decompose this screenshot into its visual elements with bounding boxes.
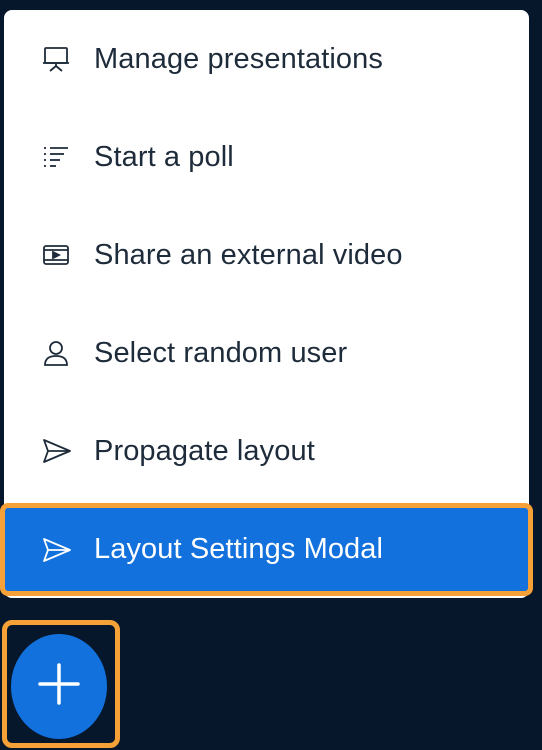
menu-item-start-poll[interactable]: Start a poll: [4, 108, 529, 206]
menu-item-select-random-user[interactable]: Select random user: [4, 304, 529, 402]
video-icon: [42, 237, 78, 273]
poll-icon: [42, 139, 78, 175]
menu-item-label: Manage presentations: [94, 42, 383, 75]
user-icon: [42, 335, 78, 371]
plus-icon: [36, 661, 82, 712]
menu-item-label: Select random user: [94, 336, 348, 369]
menu-item-propagate-layout[interactable]: Propagate layout: [4, 402, 529, 500]
menu-item-share-external-video[interactable]: Share an external video: [4, 206, 529, 304]
menu-item-label: Layout Settings Modal: [94, 533, 384, 565]
menu-item-label: Start a poll: [94, 140, 234, 173]
send-icon: [42, 433, 78, 469]
send-icon: [42, 532, 78, 568]
menu-item-label: Share an external video: [94, 238, 403, 271]
actions-fab-button[interactable]: [11, 634, 107, 739]
menu-item-manage-presentations[interactable]: Manage presentations: [4, 10, 529, 108]
presentation-icon: [42, 41, 78, 77]
menu-item-layout-settings-modal[interactable]: Layout Settings Modal: [0, 503, 533, 596]
menu-item-label: Propagate layout: [94, 434, 315, 467]
actions-menu: Manage presentations Start a poll Share …: [0, 10, 533, 598]
